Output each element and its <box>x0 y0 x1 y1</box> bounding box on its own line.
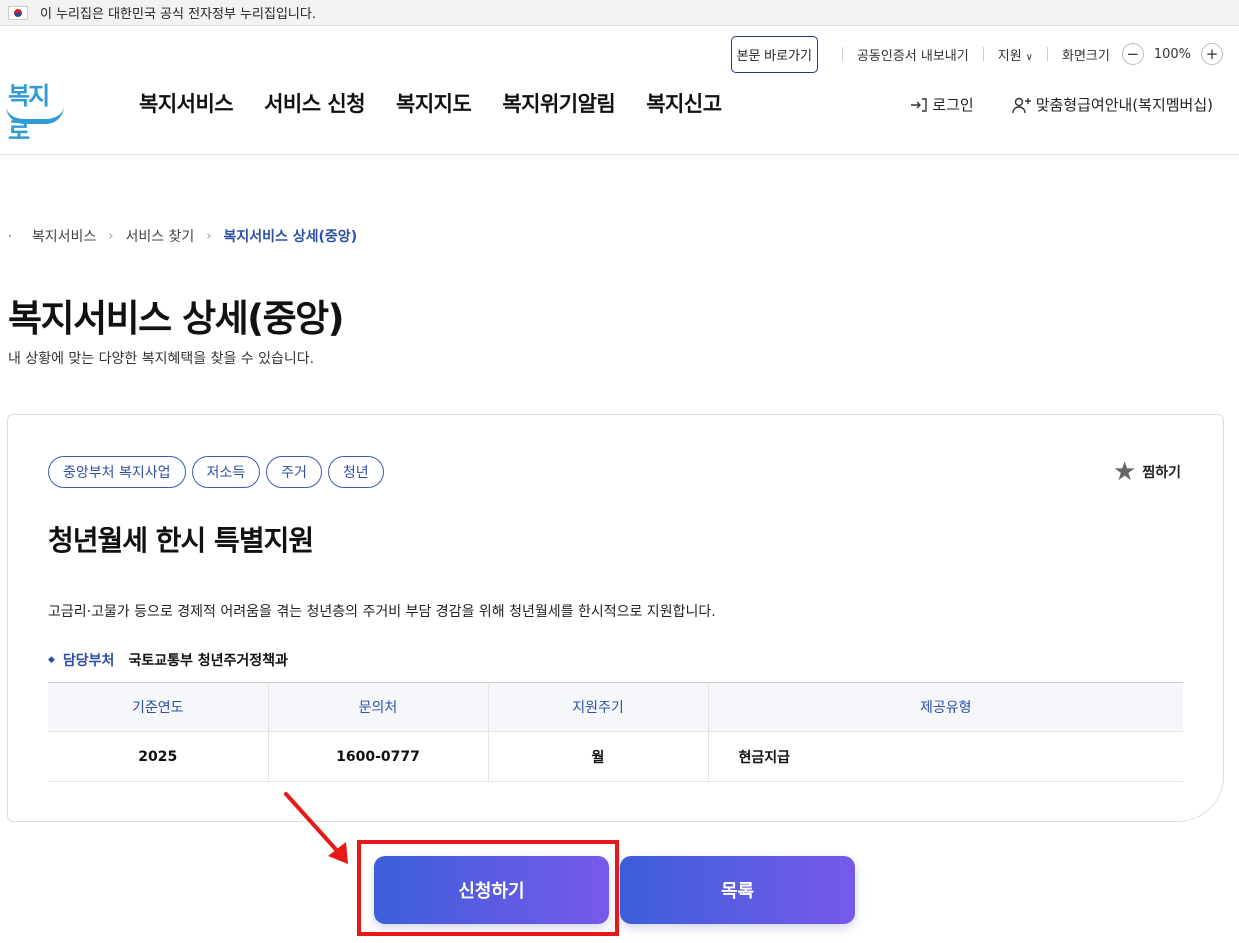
nav-welfare-map[interactable]: 복지지도 <box>396 88 472 118</box>
service-description: 고금리·고물가 등으로 경제적 어려움을 겪는 청년층의 주거비 부담 경감을 … <box>48 604 716 620</box>
breadcrumb-current: 복지서비스 상세(중앙) <box>223 229 358 245</box>
membership-link[interactable]: 맞춤형급여안내(복지멤버십) <box>1011 94 1213 115</box>
breadcrumb: · 복지서비스 › 서비스 찾기 › 복지서비스 상세(중앙) <box>8 226 357 246</box>
department-info: ◆ 담당부처 국토교통부 청년주거정책과 <box>48 650 288 670</box>
login-label: 로그인 <box>932 96 974 114</box>
diamond-bullet-icon: ◆ <box>48 655 55 665</box>
breadcrumb-item[interactable]: 서비스 찾기 <box>125 226 194 246</box>
service-title: 청년월세 한시 특별지원 <box>48 524 314 557</box>
zoom-label: 화면크기 <box>1061 48 1110 64</box>
gov-banner: 이 누리집은 대한민국 공식 전자정부 누리집입니다. <box>0 0 1239 26</box>
tag-item[interactable]: 중앙부처 복지사업 <box>48 456 186 488</box>
star-icon: ★ <box>1113 457 1137 487</box>
tag-item[interactable]: 청년 <box>327 456 384 488</box>
breadcrumb-item[interactable]: 복지서비스 <box>32 226 96 246</box>
tag-item[interactable]: 저소득 <box>191 456 261 488</box>
table-cell-type: 현금지급 <box>707 731 1183 782</box>
header-divider <box>0 154 1239 155</box>
tag-item[interactable]: 주거 <box>266 456 322 488</box>
nav-service-apply[interactable]: 서비스 신청 <box>264 88 365 118</box>
main-nav: 복지서비스 서비스 신청 복지지도 복지위기알림 복지신고 <box>139 88 722 118</box>
table-row: 2025 1600-0777 월 현금지급 <box>48 731 1183 782</box>
divider <box>1046 47 1048 61</box>
table-cell-cycle: 월 <box>487 731 708 782</box>
support-label: 지원 <box>997 48 1022 64</box>
logo-smile-icon <box>6 106 64 124</box>
site-logo[interactable]: 복지로 <box>6 76 68 145</box>
zoom-value: 100% <box>1153 46 1191 62</box>
support-dropdown[interactable]: 지원 ∨ <box>998 45 1033 64</box>
table-header: 제공유형 <box>707 682 1183 732</box>
table-cell-contact: 1600-0777 <box>267 731 488 782</box>
user-add-icon <box>1011 97 1031 113</box>
table-header: 문의처 <box>267 682 488 732</box>
tag-list: 중앙부처 복지사업 저소득 주거 청년 <box>48 456 384 488</box>
cert-export-link[interactable]: 공동인증서 내보내기 <box>857 45 969 64</box>
utility-bar: 본문 바로가기 공동인증서 내보내기 지원 ∨ 화면크기 − 100% + <box>730 35 1223 73</box>
table-header: 기준연도 <box>48 682 268 732</box>
table-header: 지원주기 <box>487 682 708 732</box>
chevron-right-icon: › <box>108 228 114 244</box>
divider <box>841 47 843 61</box>
table-header-row: 기준연도 문의처 지원주기 제공유형 <box>48 682 1183 732</box>
list-button[interactable]: 목록 <box>620 856 855 924</box>
zoom-in-button[interactable]: + <box>1201 43 1223 65</box>
table-cell-year: 2025 <box>48 731 268 782</box>
divider <box>982 47 984 61</box>
membership-label: 맞춤형급여안내(복지멤버십) <box>1035 96 1213 114</box>
page-description: 내 상황에 맞는 다양한 복지혜택을 찾을 수 있습니다. <box>8 351 315 367</box>
annotation-highlight-box <box>357 840 619 936</box>
favorite-label: 찜하기 <box>1142 465 1181 481</box>
service-card: 중앙부처 복지사업 저소득 주거 청년 ★ 찜하기 청년월세 한시 특별지원 고… <box>7 414 1224 822</box>
zoom-out-button[interactable]: − <box>1121 43 1144 65</box>
department-label: 담당부처 <box>62 653 115 669</box>
favorite-button[interactable]: ★ 찜하기 <box>1113 459 1181 485</box>
korea-flag-icon <box>8 5 28 20</box>
annotation-arrow-icon <box>284 792 348 864</box>
chevron-down-icon: ∨ <box>1025 51 1033 63</box>
department-value: 국토교통부 청년주거정책과 <box>128 653 288 669</box>
login-icon <box>911 97 927 112</box>
header-actions: 로그인 맞춤형급여안내(복지멤버십) <box>910 94 1213 115</box>
home-dot-icon: · <box>8 229 12 243</box>
nav-welfare-service[interactable]: 복지서비스 <box>139 88 234 118</box>
service-info-table: 기준연도 문의처 지원주기 제공유형 2025 1600-0777 월 현금지급 <box>48 682 1183 782</box>
chevron-right-icon: › <box>206 228 212 244</box>
skip-to-content-button[interactable]: 본문 바로가기 <box>730 35 818 73</box>
login-link[interactable]: 로그인 <box>910 94 974 115</box>
gov-banner-text: 이 누리집은 대한민국 공식 전자정부 누리집입니다. <box>40 7 316 22</box>
nav-welfare-alert[interactable]: 복지위기알림 <box>502 88 615 118</box>
nav-welfare-report[interactable]: 복지신고 <box>646 88 722 118</box>
page-title: 복지서비스 상세(중앙) <box>8 297 345 340</box>
